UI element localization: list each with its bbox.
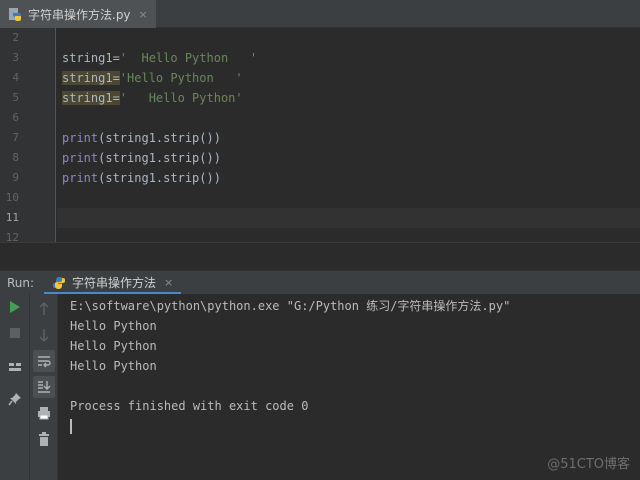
rerun-button[interactable] (4, 296, 26, 318)
next-occurrence-button[interactable] (33, 324, 55, 346)
current-line[interactable] (57, 208, 640, 228)
line-number: 6 (12, 111, 19, 124)
soft-wrap-button[interactable] (33, 350, 55, 372)
line-number: 8 (12, 151, 19, 164)
arrow-up-icon (39, 302, 49, 315)
previous-occurrence-button[interactable] (33, 298, 55, 320)
run-tool-window: E:\software\python\python.exe "G:/Python… (0, 294, 640, 480)
stop-icon (10, 328, 20, 338)
watermark: @51CTO博客 (547, 457, 630, 472)
line-number: 9 (12, 171, 19, 184)
close-icon[interactable]: × (139, 8, 148, 21)
pin-button[interactable] (4, 388, 26, 410)
line-number: 4 (12, 71, 19, 84)
code-area[interactable]: string1=' Hello Python ' string1='Hello … (57, 28, 640, 242)
console-output-line: Hello Python (70, 359, 157, 373)
line-number: 2 (12, 31, 19, 44)
call-args-token: (string1.strip()) (98, 171, 221, 185)
builtin-token: print (62, 171, 99, 185)
string-token: ' Hello Python ' (119, 51, 258, 65)
editor-tab[interactable]: 字符串操作方法.py × (0, 0, 156, 28)
call-args-token: (string1.strip()) (98, 151, 221, 165)
console-exit-line: Process finished with exit code 0 (70, 399, 309, 413)
play-icon (10, 301, 20, 313)
code-line: print(string1.strip()) (57, 168, 640, 188)
run-toolbar-primary (0, 294, 30, 480)
variable-token: string1= (62, 51, 120, 65)
run-tab-label: 字符串操作方法 (72, 276, 157, 290)
console-command-line: E:\software\python\python.exe "G:/Python… (70, 299, 511, 313)
code-line: print(string1.strip()) (57, 128, 640, 148)
line-number-current: 11 (5, 211, 19, 224)
code-line: string1=' Hello Python' (57, 88, 640, 108)
console-output-line: Hello Python (70, 339, 157, 353)
line-number: 5 (12, 91, 19, 104)
builtin-token: print (62, 151, 99, 165)
builtin-token: print (62, 131, 99, 145)
trash-icon (39, 432, 49, 446)
code-line: string1=' Hello Python ' (57, 48, 640, 68)
run-toolbar-secondary (30, 294, 58, 480)
line-number: 7 (12, 131, 19, 144)
call-args-token: (string1.strip()) (98, 131, 221, 145)
scroll-to-end-button[interactable] (33, 376, 55, 398)
text-caret (70, 419, 72, 434)
python-icon (53, 276, 65, 289)
editor-bottom-area (0, 242, 640, 270)
editor-tab-bar: 字符串操作方法.py × (0, 0, 640, 28)
line-number: 10 (5, 191, 19, 204)
variable-token-highlighted: string1= (62, 91, 120, 105)
close-icon[interactable]: × (164, 276, 173, 289)
scroll-to-end-icon (38, 381, 51, 393)
print-button[interactable] (33, 402, 55, 424)
string-token: ' Hello Python' (119, 91, 243, 105)
pin-icon (8, 393, 21, 406)
string-token: 'Hello Python ' (119, 71, 243, 85)
variable-token-highlighted: string1= (62, 71, 120, 85)
line-number-gutter: 2 3 4 5 6 7 8 9 10 11 12 (0, 28, 56, 242)
line-number: 12 (5, 231, 19, 242)
stop-button[interactable] (4, 322, 26, 344)
editor-tab-label: 字符串操作方法.py (28, 7, 131, 22)
code-editor[interactable]: 2 3 4 5 6 7 8 9 10 11 12 string1=' Hello… (0, 28, 640, 242)
console-output-line: Hello Python (70, 319, 157, 333)
code-line: string1='Hello Python ' (57, 68, 640, 88)
code-line: print(string1.strip()) (57, 148, 640, 168)
arrow-down-icon (39, 329, 49, 342)
run-config-tab[interactable]: 字符串操作方法 × (44, 271, 182, 295)
layout-button[interactable] (4, 356, 26, 378)
soft-wrap-icon (38, 356, 51, 368)
run-tool-window-header: Run: 字符串操作方法 × (0, 270, 640, 295)
python-file-icon (9, 8, 21, 21)
line-number: 3 (12, 51, 19, 64)
clear-all-button[interactable] (33, 428, 55, 450)
run-title: Run: (7, 275, 35, 290)
layout-icon (9, 363, 21, 371)
print-icon (38, 407, 50, 420)
